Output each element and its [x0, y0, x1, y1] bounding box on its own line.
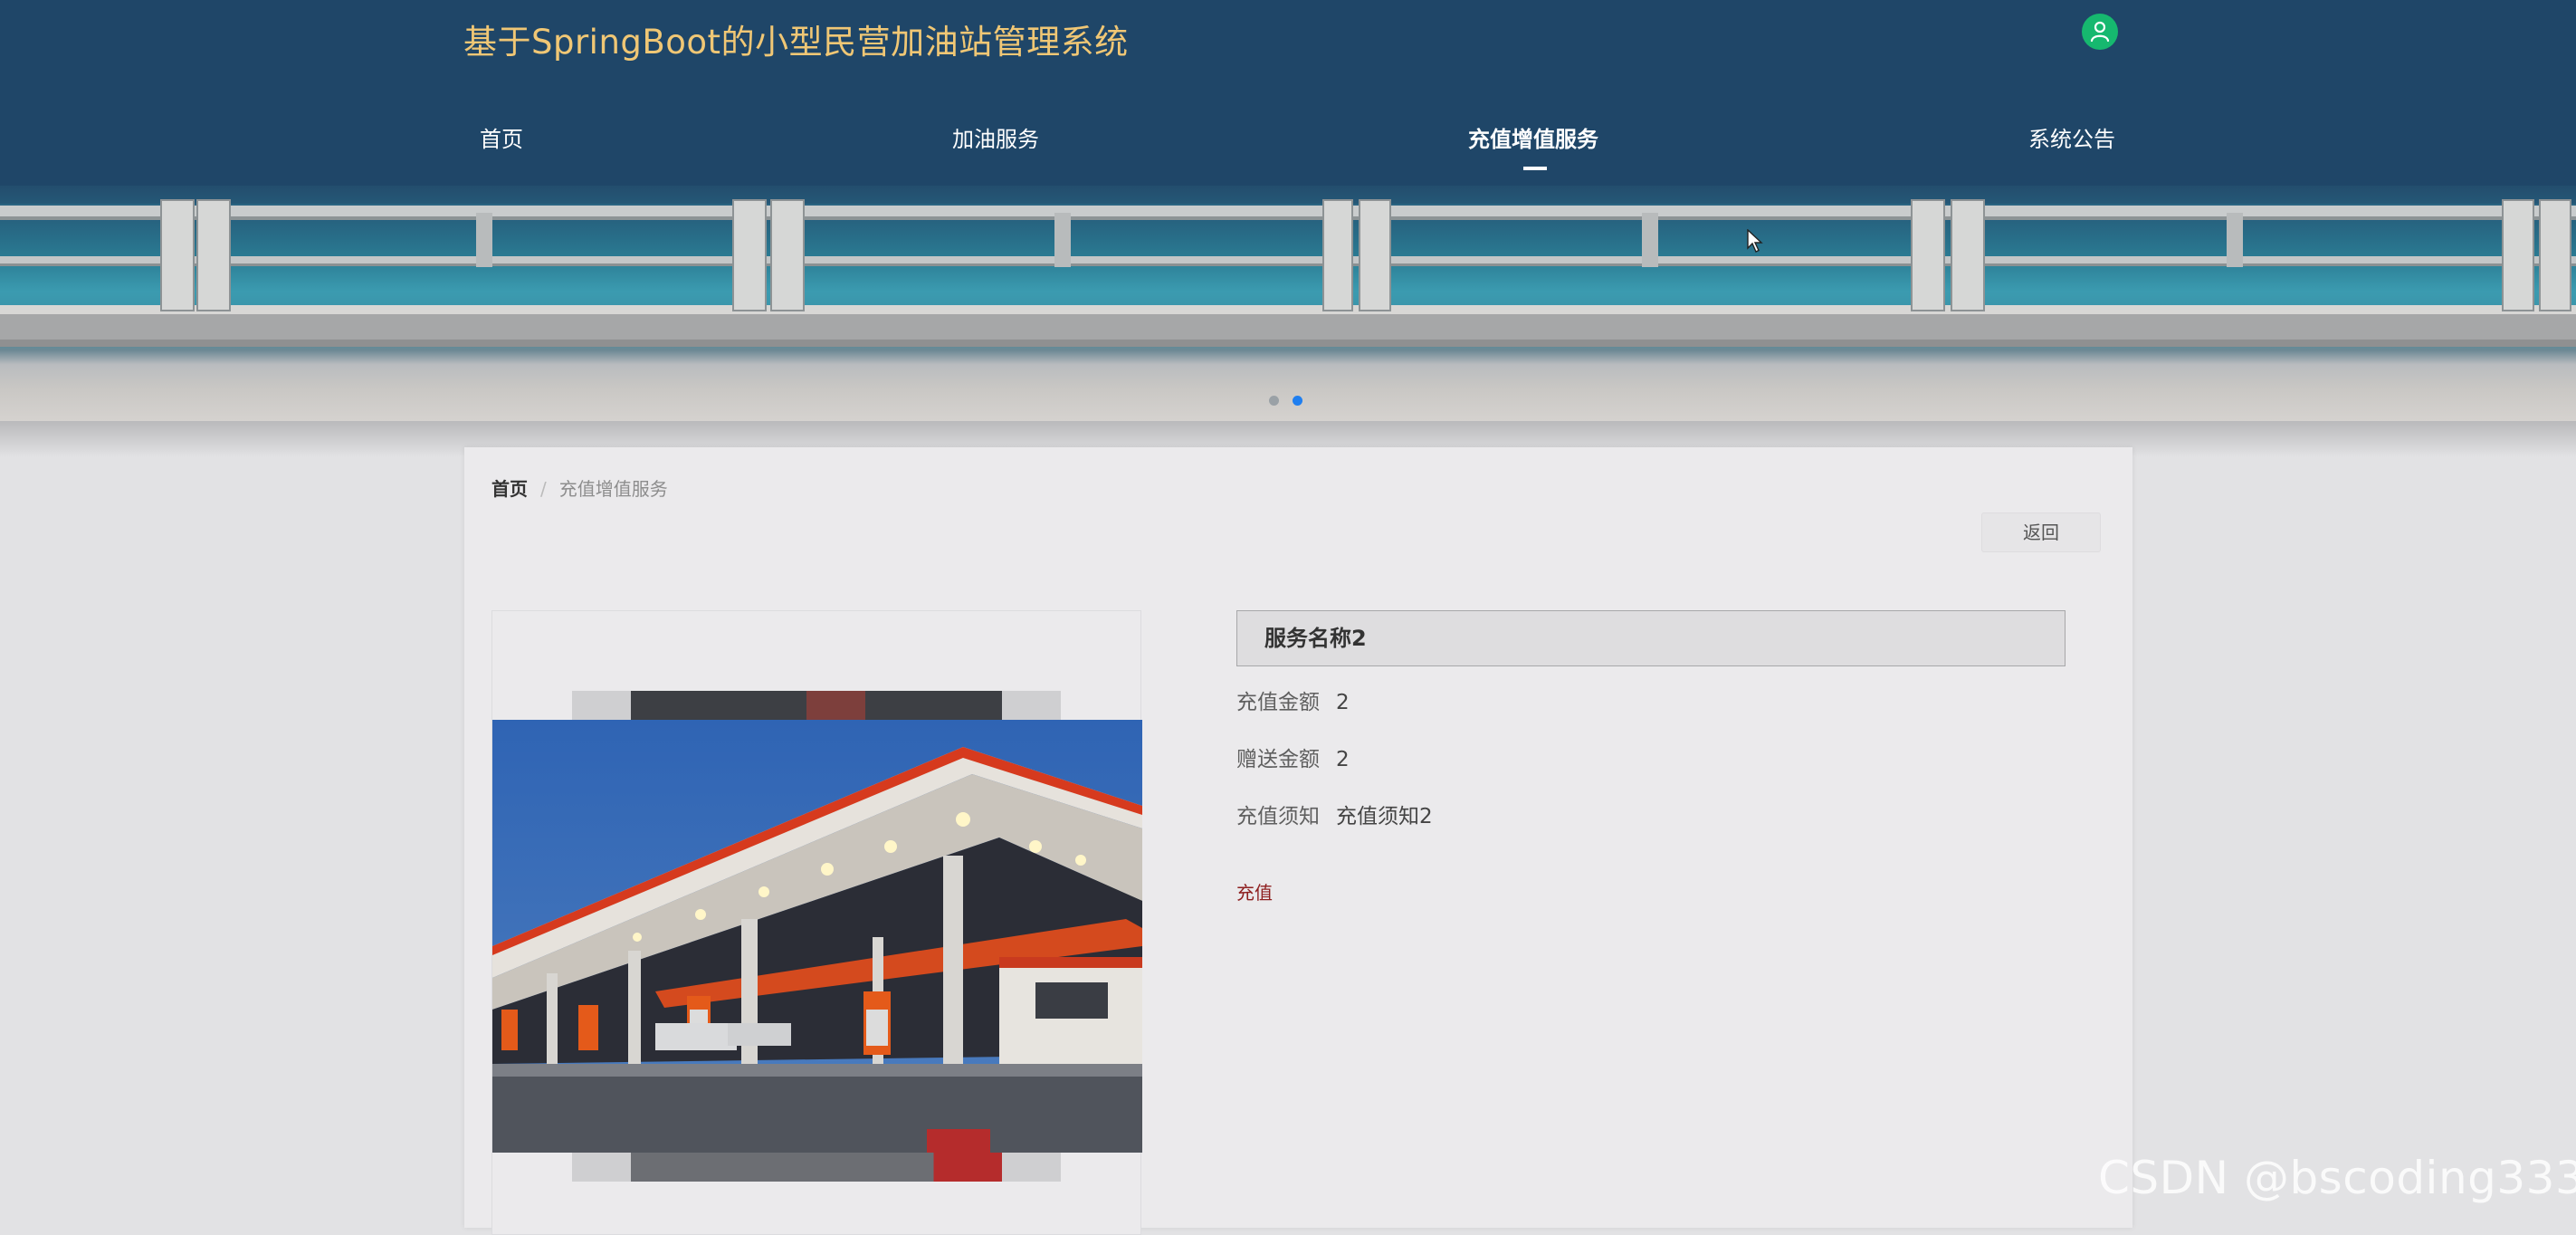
hero-banner	[0, 186, 2576, 421]
breadcrumb-current: 充值增值服务	[558, 478, 668, 500]
nav-item-refuel-service[interactable]: 加油服务	[952, 121, 1039, 153]
nav-item-recharge-service[interactable]: 充值增值服务	[1468, 121, 1598, 153]
service-info-panel: 服务名称2 充值金额 2 赠送金额 2 充值须知 充值须知2 充值	[1236, 610, 2069, 904]
site-title: 基于SpringBoot的小型民营加油站管理系统	[463, 23, 1129, 62]
site-header: 基于SpringBoot的小型民营加油站管理系统 首页 加油服务 充值增值服务 …	[0, 0, 2576, 190]
bridge-railing-image	[0, 199, 2576, 347]
service-name-heading: 服务名称2	[1236, 610, 2066, 666]
csdn-watermark: CSDN @bscoding333	[2098, 1152, 2576, 1204]
back-button[interactable]: 返回	[1981, 512, 2101, 552]
service-detail-card: 首页 / 充值增值服务 返回 服务名称2 充值金额 2 赠送金额 2 充值须知 …	[464, 447, 2132, 1235]
carousel-dot-2[interactable]	[1293, 396, 1302, 406]
carousel-dot-1[interactable]	[1269, 396, 1279, 406]
recharge-amount-value: 2	[1336, 691, 1350, 714]
nav-active-indicator	[1523, 167, 1547, 170]
mouse-cursor-icon	[1747, 229, 1763, 253]
user-icon	[2090, 21, 2110, 43]
nav-item-announcements[interactable]: 系统公告	[2028, 121, 2115, 153]
gallery-thumb-previous[interactable]	[572, 691, 1061, 720]
recharge-button[interactable]: 充值	[1236, 878, 1273, 905]
recharge-amount-label: 充值金额	[1236, 691, 1320, 714]
main-nav: 首页 加油服务 充值增值服务 系统公告	[0, 109, 2576, 172]
breadcrumb-separator: /	[540, 478, 547, 500]
breadcrumb-home[interactable]: 首页	[491, 478, 528, 500]
bonus-amount-row: 赠送金额 2	[1236, 742, 1350, 772]
gallery-thumb-next[interactable]	[572, 1153, 1061, 1182]
service-image-gallery	[491, 610, 1142, 1235]
recharge-amount-row: 充值金额 2	[1236, 685, 1350, 715]
nav-item-home[interactable]: 首页	[480, 121, 523, 153]
recharge-notice-label: 充值须知	[1236, 805, 1320, 828]
recharge-notice-value: 充值须知2	[1336, 805, 1433, 828]
user-avatar[interactable]	[2082, 14, 2118, 50]
gas-station-image	[492, 720, 1142, 1153]
bonus-amount-value: 2	[1336, 748, 1350, 771]
breadcrumb: 首页 / 充值增值服务	[491, 474, 668, 501]
bonus-amount-label: 赠送金额	[1236, 748, 1320, 771]
recharge-notice-row: 充值须知 充值须知2	[1236, 799, 1433, 829]
